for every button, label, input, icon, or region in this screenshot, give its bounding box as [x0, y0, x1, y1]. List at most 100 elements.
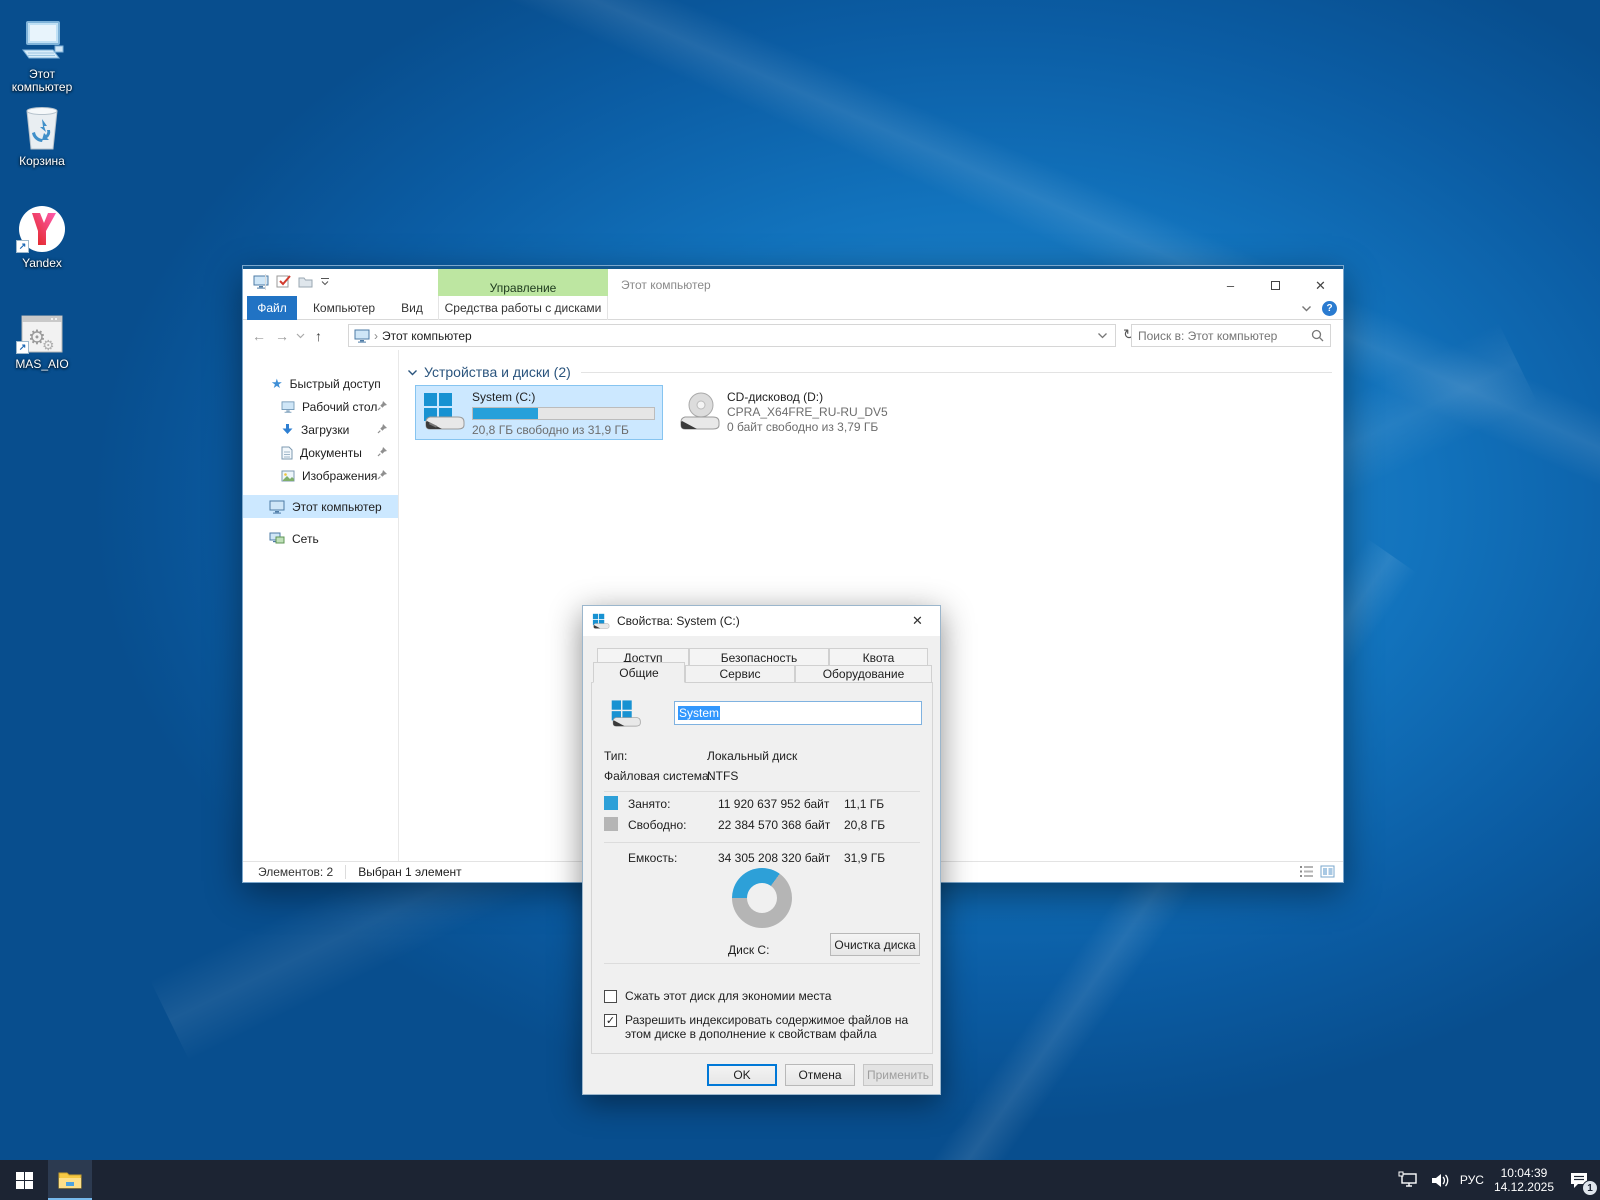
details-view-icon[interactable] — [1299, 865, 1314, 878]
compress-checkbox-label: Сжать этот диск для экономии места — [625, 989, 831, 1003]
separator — [604, 963, 920, 964]
maximize-button[interactable] — [1253, 272, 1298, 299]
drive-name: CD-дисковод (D:) — [727, 390, 823, 404]
status-selection: Выбран 1 элемент — [358, 865, 461, 879]
used-color-swatch — [604, 796, 618, 810]
ribbon-tabstrip: Файл Компьютер Вид Средства работы с дис… — [243, 296, 1343, 320]
capacity-label: Емкость: — [628, 851, 677, 865]
free-size: 20,8 ГБ — [844, 818, 885, 832]
sidebar-item-this-pc[interactable]: Этот компьютер — [243, 495, 398, 518]
drive-icon — [608, 699, 644, 729]
breadcrumb[interactable]: Этот компьютер — [382, 329, 472, 343]
recent-locations-chevron-icon[interactable] — [296, 333, 305, 339]
thumbnails-view-icon[interactable] — [1320, 865, 1335, 878]
action-center-button[interactable]: 1 — [1564, 1165, 1594, 1195]
shortcut-arrow-icon: ↗ — [16, 341, 29, 354]
file-explorer-icon — [58, 1170, 82, 1190]
close-button[interactable]: ✕ — [1298, 272, 1343, 299]
tab-computer[interactable]: Компьютер — [309, 296, 379, 320]
minimize-button[interactable]: – — [1208, 272, 1253, 299]
tab-tools[interactable]: Сервис — [685, 665, 795, 683]
taskbar-clock[interactable]: 10:04:39 14.12.2025 — [1494, 1166, 1554, 1194]
tab-disk-tools[interactable]: Средства работы с дисками — [438, 296, 608, 320]
used-size: 11,1 ГБ — [844, 797, 884, 811]
drive-free-text: 20,8 ГБ свободно из 31,9 ГБ — [472, 423, 629, 437]
index-checkbox-row[interactable]: ✓ Разрешить индексировать содержимое фай… — [604, 1013, 925, 1041]
new-folder-qat-icon[interactable] — [298, 275, 313, 288]
toolbar-separator — [265, 274, 266, 290]
desktop-icon-yandex[interactable]: ↗ Yandex — [0, 205, 84, 270]
sidebar-item-network[interactable]: Сеть — [243, 527, 398, 550]
tab-view[interactable]: Вид — [395, 296, 429, 320]
disk-label: Диск C: — [728, 943, 769, 957]
network-tray-icon[interactable] — [1398, 1171, 1420, 1189]
back-icon[interactable]: ← — [252, 328, 266, 344]
taskbar-file-explorer[interactable] — [48, 1160, 92, 1200]
address-dropdown-chevron-icon[interactable] — [1097, 332, 1108, 339]
sidebar-item-pictures[interactable]: Изображения — [243, 464, 398, 487]
sidebar-item-label: Рабочий стол — [302, 400, 377, 414]
cd-drive-icon — [677, 391, 721, 433]
this-pc-icon — [269, 500, 285, 514]
computer-icon[interactable] — [253, 275, 269, 289]
disk-cleanup-button[interactable]: Очистка диска — [830, 933, 920, 956]
navigation-pane: ★ Быстрый доступ Рабочий стол Загрузки Д… — [243, 350, 399, 863]
desktop-icon-mas-aio[interactable]: ⚙⚙ ↗ MAS_AIO — [0, 306, 84, 371]
properties-qat-icon[interactable] — [276, 274, 291, 289]
search-icon[interactable] — [1311, 329, 1324, 342]
download-arrow-icon — [281, 423, 294, 436]
used-label: Занято: — [628, 797, 670, 811]
tab-file[interactable]: Файл — [247, 296, 297, 320]
desktop-icon-label: Этот компьютер — [0, 68, 84, 94]
dialog-close-button[interactable]: ✕ — [895, 606, 940, 636]
cancel-button[interactable]: Отмена — [785, 1064, 855, 1086]
group-header[interactable]: Устройства и диски (2) — [407, 364, 1332, 380]
collapse-ribbon-chevron-icon[interactable] — [1301, 305, 1312, 312]
group-collapse-chevron-icon[interactable] — [407, 369, 418, 376]
search-box[interactable]: Поиск в: Этот компьютер — [1131, 324, 1331, 347]
sidebar-item-desktop[interactable]: Рабочий стол — [243, 395, 398, 418]
ribbon-context-header[interactable]: Управление — [438, 269, 608, 299]
index-checkbox[interactable]: ✓ — [604, 1014, 617, 1027]
start-button[interactable] — [0, 1160, 48, 1200]
compress-checkbox-row[interactable]: Сжать этот диск для экономии места — [604, 989, 831, 1003]
separator — [604, 842, 920, 843]
up-icon[interactable]: ↑ — [315, 328, 322, 344]
forward-icon[interactable]: → — [275, 328, 289, 344]
type-label: Тип: — [604, 749, 627, 763]
desktop-icon-recycle-bin[interactable]: Корзина — [0, 103, 84, 168]
dialog-titlebar: Свойства: System (C:) ✕ — [583, 606, 940, 636]
sidebar-item-documents[interactable]: Документы — [243, 441, 398, 464]
drive-tile-system-c[interactable]: System (C:) 20,8 ГБ свободно из 31,9 ГБ — [416, 386, 662, 439]
sidebar-item-quick-access[interactable]: ★ Быстрый доступ — [243, 372, 398, 395]
desktop-folder-icon — [281, 401, 295, 413]
sidebar-item-downloads[interactable]: Загрузки — [243, 418, 398, 441]
drive-tile-cd[interactable]: CD-дисковод (D:) CPRA_X64FRE_RU-RU_DV5 0… — [671, 386, 917, 439]
sidebar-item-label: Быстрый доступ — [290, 377, 381, 391]
window-controls: – ✕ — [1208, 272, 1343, 299]
volume-tray-icon[interactable] — [1430, 1172, 1450, 1189]
taskbar: РУС 10:04:39 14.12.2025 1 — [0, 1160, 1600, 1200]
ok-button[interactable]: OK — [707, 1064, 777, 1086]
tab-hardware[interactable]: Оборудование — [795, 665, 932, 683]
index-checkbox-label: Разрешить индексировать содержимое файло… — [625, 1013, 925, 1041]
free-label: Свободно: — [628, 818, 687, 832]
sidebar-item-label: Этот компьютер — [292, 500, 382, 514]
filesystem-label: Файловая система: — [604, 769, 712, 783]
customize-qat-chevron-icon[interactable] — [320, 277, 330, 286]
tab-general[interactable]: Общие — [593, 662, 685, 683]
status-divider — [345, 865, 346, 879]
desktop-icon-this-pc[interactable]: Этот компьютер — [0, 16, 84, 94]
address-bar[interactable]: › Этот компьютер — [348, 324, 1116, 347]
help-icon[interactable]: ? — [1322, 301, 1337, 316]
dialog-tabs-front-row: Общие Сервис Оборудование — [593, 665, 932, 683]
sidebar-item-label: Сеть — [292, 532, 319, 546]
volume-name-input[interactable]: System — [674, 701, 922, 725]
desktop-icon-label: MAS_AIO — [0, 358, 84, 371]
hard-drive-icon — [422, 391, 466, 433]
search-placeholder: Поиск в: Этот компьютер — [1138, 329, 1277, 343]
language-indicator[interactable]: РУС — [1460, 1173, 1484, 1187]
windows-logo-icon — [16, 1172, 33, 1189]
compress-checkbox[interactable] — [604, 990, 617, 1003]
clock-time: 10:04:39 — [1494, 1166, 1554, 1180]
